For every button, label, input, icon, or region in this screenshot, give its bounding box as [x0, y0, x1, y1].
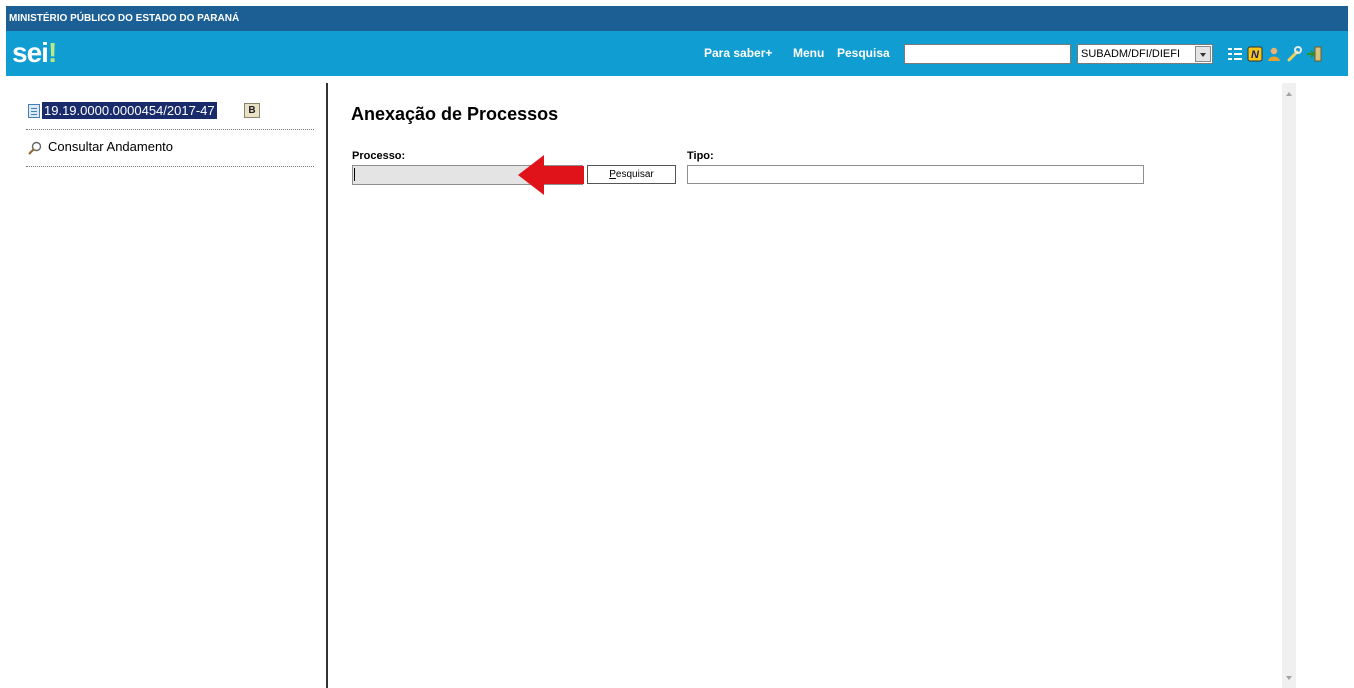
panel-divider[interactable]: [326, 83, 328, 688]
user-icon[interactable]: [1266, 46, 1282, 62]
separator: [26, 166, 314, 167]
tipo-input[interactable]: [687, 165, 1144, 184]
process-document-icon: [28, 104, 40, 118]
menu-link[interactable]: Menu: [793, 45, 824, 61]
text-caret: [354, 168, 355, 181]
exit-icon[interactable]: [1306, 46, 1322, 62]
organization-bar: MINISTÉRIO PÚBLICO DO ESTADO DO PARANÁ: [6, 6, 1348, 31]
tools-icon[interactable]: [1286, 46, 1302, 62]
pesquisa-link[interactable]: Pesquisa: [837, 45, 890, 61]
main-scrollbar[interactable]: [1282, 83, 1296, 688]
list-icon[interactable]: [1227, 46, 1243, 62]
logo-text: sei: [12, 37, 49, 68]
magnifier-icon: [28, 141, 42, 155]
unit-select[interactable]: SUBADM/DFI/DIEFI: [1077, 44, 1213, 64]
access-key: P: [609, 169, 616, 180]
red-arrow-annotation-icon: [518, 155, 584, 195]
scroll-down-icon[interactable]: [1282, 671, 1296, 685]
chevron-down-icon[interactable]: [1195, 46, 1211, 62]
quick-search-input[interactable]: [904, 44, 1071, 64]
process-tree-panel: 19.19.0000.0000454/2017-47 B Consultar A…: [6, 76, 327, 688]
process-number-link[interactable]: 19.19.0000.0000454/2017-47: [42, 102, 217, 119]
svg-text:N: N: [1251, 49, 1260, 61]
consultar-andamento-label: Consultar Andamento: [48, 139, 174, 154]
separator: [26, 129, 314, 130]
scroll-up-icon[interactable]: [1282, 87, 1296, 101]
process-status-badge[interactable]: B: [244, 103, 260, 118]
sei-logo[interactable]: sei!: [12, 37, 57, 68]
pesquisar-button-label: esquisar: [615, 169, 654, 180]
tipo-label: Tipo:: [687, 150, 714, 162]
top-navigation-bar: sei! Para saber+ Menu Pesquisa SUBADM/DF…: [6, 31, 1348, 76]
processo-label: Processo:: [352, 150, 406, 162]
logo-mark: !: [47, 37, 57, 68]
unit-select-value: SUBADM/DFI/DIEFI: [1081, 48, 1181, 60]
para-saber-link[interactable]: Para saber+: [704, 45, 772, 61]
new-icon[interactable]: N: [1247, 46, 1263, 62]
pesquisar-button[interactable]: Pesquisar: [587, 165, 676, 184]
app-window: MINISTÉRIO PÚBLICO DO ESTADO DO PARANÁ s…: [6, 6, 1348, 688]
page-title: Anexação de Processos: [351, 104, 559, 124]
